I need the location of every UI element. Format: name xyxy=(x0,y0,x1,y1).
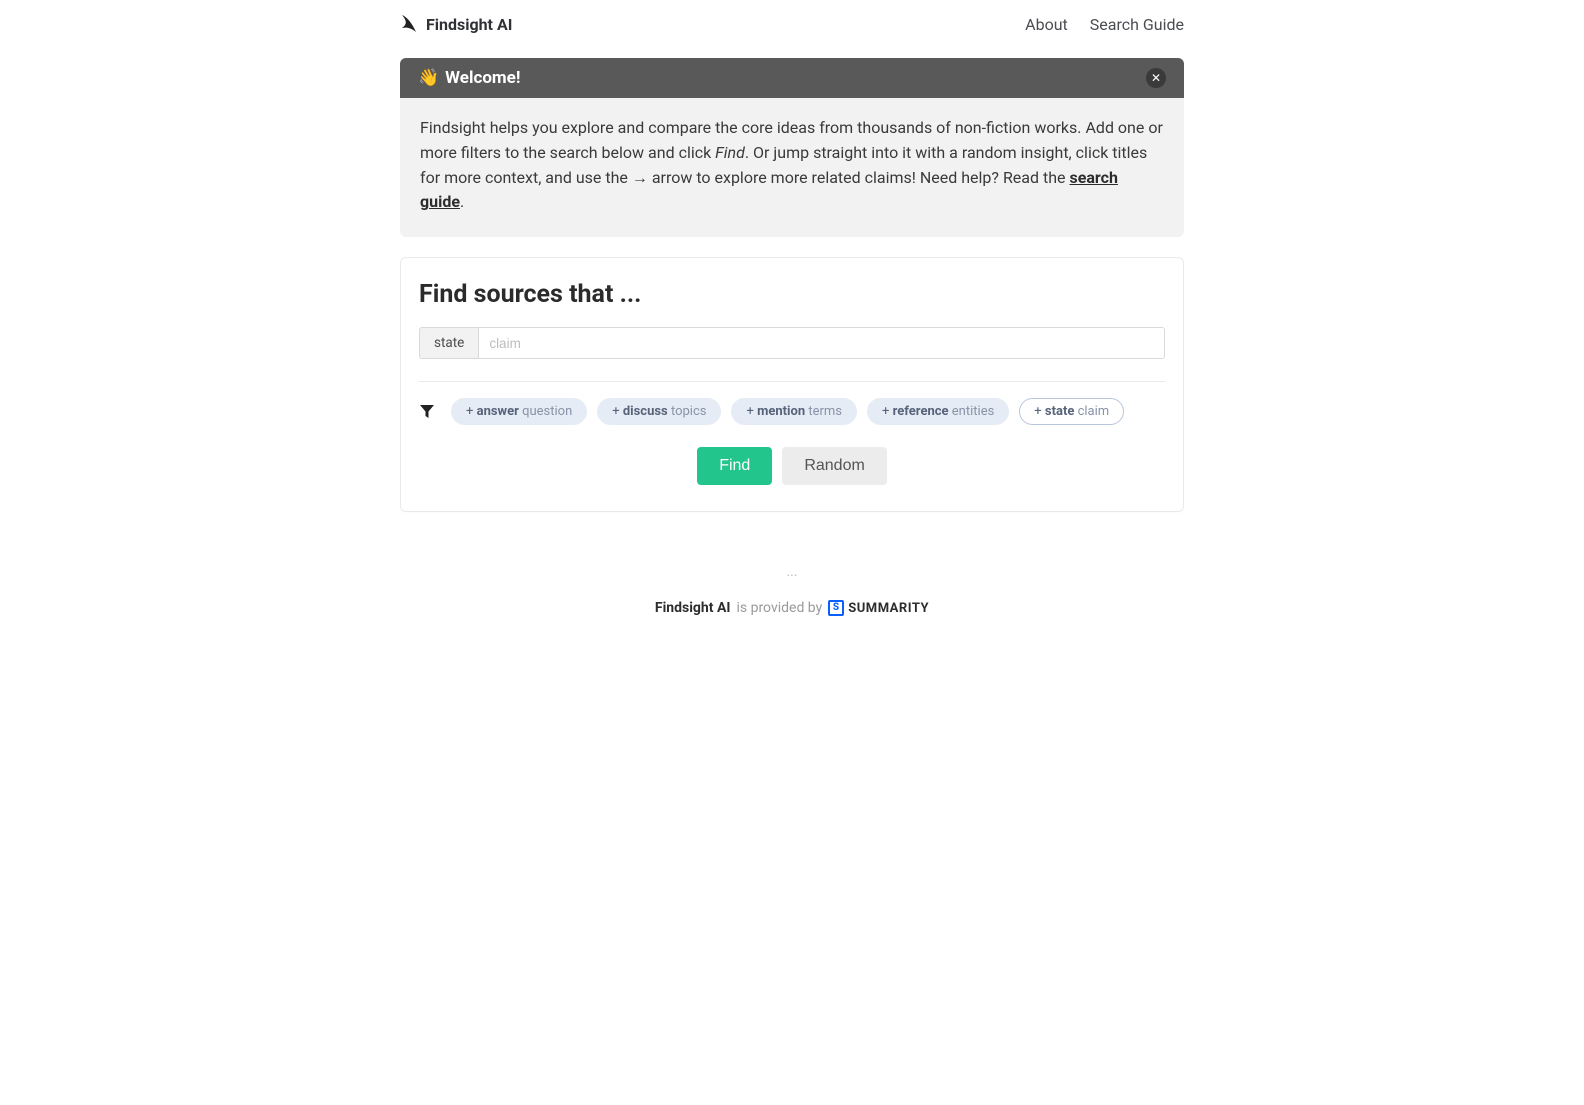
close-icon: ✕ xyxy=(1151,71,1161,85)
welcome-banner-title: 👋 Welcome! xyxy=(418,68,520,88)
plus-icon: + xyxy=(1034,404,1045,419)
footer-dots: ... xyxy=(400,564,1184,580)
chip-bold: answer xyxy=(477,404,519,419)
chip-reference[interactable]: + reference entities xyxy=(867,398,1009,425)
plus-icon: + xyxy=(612,404,623,419)
wave-icon: 👋 xyxy=(418,70,439,87)
arrow-icon: → xyxy=(632,168,648,187)
chip-light: entities xyxy=(949,404,995,419)
chip-bold: reference xyxy=(893,404,949,419)
welcome-find-word: Find xyxy=(715,143,745,162)
chip-state[interactable]: + state claim xyxy=(1019,398,1124,425)
welcome-banner-header: 👋 Welcome! ✕ xyxy=(400,58,1184,98)
nav-link-about[interactable]: About xyxy=(1025,15,1068,34)
chip-discuss[interactable]: + discuss topics xyxy=(597,398,721,425)
action-row: Find Random xyxy=(419,447,1165,485)
brand[interactable]: Findsight AI xyxy=(400,14,512,34)
welcome-text-3: arrow to explore more related claims! Ne… xyxy=(648,168,1070,187)
welcome-banner: 👋 Welcome! ✕ Findsight helps you explore… xyxy=(400,58,1184,237)
chip-answer[interactable]: + answer question xyxy=(451,398,587,425)
plus-icon: + xyxy=(746,404,757,419)
active-filter-row: state xyxy=(419,327,1165,359)
welcome-banner-body: Findsight helps you explore and compare … xyxy=(400,98,1184,237)
provider-link[interactable]: S SUMMARITY xyxy=(828,600,929,616)
footer-brand: Findsight AI xyxy=(655,600,731,616)
brand-name: Findsight AI xyxy=(426,15,512,34)
claim-input[interactable] xyxy=(479,328,1164,358)
footer-provided-by: is provided by xyxy=(736,600,822,616)
random-button[interactable]: Random xyxy=(782,447,886,485)
brand-logo-icon xyxy=(400,14,418,34)
footer: ... Findsight AI is provided by S SUMMAR… xyxy=(400,564,1184,616)
chip-light: claim xyxy=(1074,404,1109,419)
welcome-text-4: . xyxy=(460,192,464,211)
chip-light: terms xyxy=(805,404,842,419)
active-filter-tag[interactable]: state xyxy=(420,328,479,358)
chip-bold: state xyxy=(1045,404,1074,419)
divider xyxy=(419,381,1165,382)
footer-line: Findsight AI is provided by S SUMMARITY xyxy=(655,600,929,616)
chip-light: topics xyxy=(668,404,707,419)
find-button[interactable]: Find xyxy=(697,447,772,485)
chip-bold: mention xyxy=(757,404,805,419)
chip-bold: discuss xyxy=(623,404,668,419)
plus-icon: + xyxy=(882,404,893,419)
search-card: Find sources that ... state + answer que… xyxy=(400,257,1184,512)
search-card-title: Find sources that ... xyxy=(419,280,1165,309)
provider-badge-icon: S xyxy=(828,600,844,616)
filter-icon xyxy=(419,403,437,421)
nav-links: About Search Guide xyxy=(1025,15,1184,34)
chip-mention[interactable]: + mention terms xyxy=(731,398,857,425)
welcome-title-text: Welcome! xyxy=(445,68,520,88)
nav-link-search-guide[interactable]: Search Guide xyxy=(1090,15,1184,34)
top-nav: Findsight AI About Search Guide xyxy=(400,0,1184,42)
plus-icon: + xyxy=(466,404,477,419)
filter-chip-row: + answer question + discuss topics + men… xyxy=(419,398,1165,425)
chip-light: question xyxy=(519,404,572,419)
provider-name: SUMMARITY xyxy=(848,601,929,616)
close-banner-button[interactable]: ✕ xyxy=(1146,68,1166,88)
